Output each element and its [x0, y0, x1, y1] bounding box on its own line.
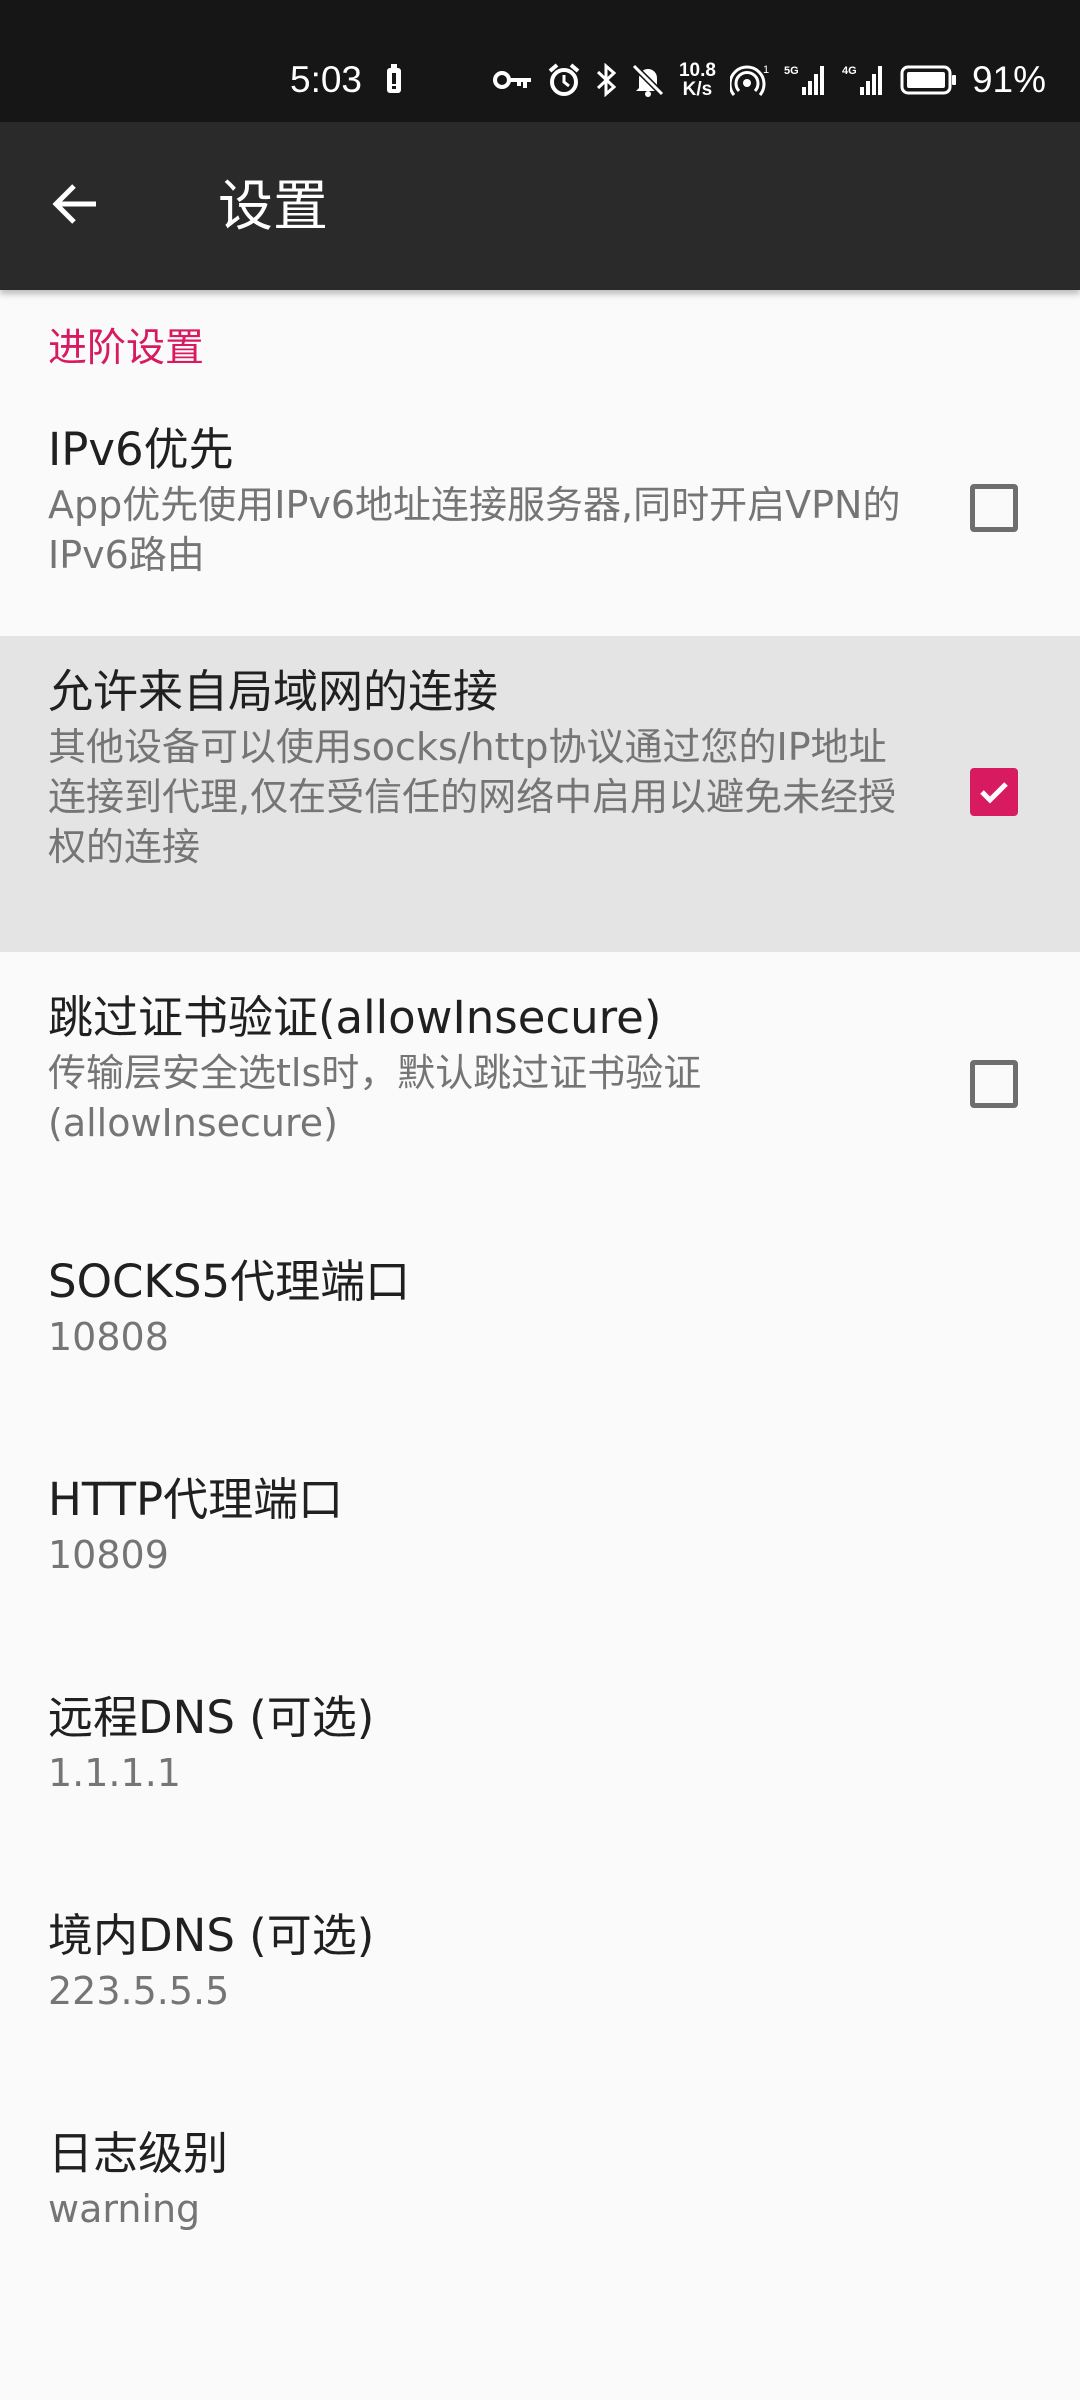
svg-text:5G: 5G: [784, 65, 799, 77]
pref-summary: 传输层安全选tls时，默认跳过证书验证(allowInsecure): [48, 1051, 702, 1145]
pref-value: 10809: [48, 1533, 169, 1577]
pref-http-port[interactable]: HTTP代理端口 10809: [0, 1420, 1080, 1638]
battery-icon: [900, 65, 958, 95]
hotspot-icon: 1: [729, 63, 770, 97]
bluetooth-icon: [595, 63, 617, 97]
allow-lan-checkbox[interactable]: [970, 768, 1018, 816]
pref-title: 远程DNS (可选): [48, 1691, 375, 1744]
battery-percent: 91%: [971, 59, 1046, 100]
pref-title: HTTP代理端口: [48, 1473, 344, 1526]
pref-title: IPv6优先: [48, 423, 234, 476]
pref-allow-lan[interactable]: 允许来自局域网的连接 其他设备可以使用socks/http协议通过您的IP地址连…: [0, 636, 1080, 952]
signal-5g-icon: 5G: [784, 63, 828, 97]
section-header-advanced: 进阶设置: [48, 326, 205, 371]
vpn-key-icon: [492, 68, 533, 92]
network-speed-unit: K/s: [682, 79, 713, 100]
app-bar: 设置: [0, 122, 1080, 290]
pref-socks-port[interactable]: SOCKS5代理端口 10808: [0, 1202, 1080, 1420]
pref-value: 1.1.1.1: [48, 1751, 181, 1795]
pref-title: 境内DNS (可选): [48, 1909, 375, 1962]
back-button[interactable]: [34, 166, 114, 246]
alarm-icon: [547, 63, 581, 97]
pref-title: 日志级别: [48, 2127, 229, 2180]
svg-text:1: 1: [763, 64, 769, 76]
allow-insecure-checkbox[interactable]: [970, 1060, 1018, 1108]
pref-value: 10808: [48, 1315, 169, 1359]
pref-log-level[interactable]: 日志级别 warning: [0, 2074, 1080, 2292]
status-icons: 10.8 K/s 1 5G 4G 91%: [492, 52, 1046, 108]
network-speed: 10.8 K/s: [679, 61, 716, 99]
battery-saver-icon: [386, 64, 402, 98]
status-bar: 5:03 10.8 K/s 1 5G 4G 91%: [0, 0, 1080, 122]
network-speed-value: 10.8: [678, 60, 716, 81]
pref-value: warning: [48, 2187, 201, 2231]
settings-list: 进阶设置 IPv6优先 App优先使用IPv6地址连接服务器,同时开启VPN的I…: [0, 290, 1080, 2292]
pref-title: 允许来自局域网的连接: [48, 665, 499, 718]
pref-summary: App优先使用IPv6地址连接服务器,同时开启VPN的IPv6路由: [48, 483, 901, 577]
pref-summary: 其他设备可以使用socks/http协议通过您的IP地址连接到代理,仅在受信任的…: [48, 725, 897, 869]
muted-bell-icon: [631, 63, 665, 97]
status-time: 5:03: [290, 59, 363, 100]
pref-allow-insecure[interactable]: 跳过证书验证(allowInsecure) 传输层安全选tls时，默认跳过证书验…: [0, 952, 1080, 1202]
checkmark-icon: [980, 782, 1008, 804]
ipv6-checkbox[interactable]: [970, 484, 1018, 532]
svg-text:4G: 4G: [842, 65, 857, 77]
arrow-back-icon: [48, 178, 100, 234]
signal-4g-icon: 4G: [842, 63, 886, 97]
pref-title: SOCKS5代理端口: [48, 1255, 411, 1308]
pref-remote-dns[interactable]: 远程DNS (可选) 1.1.1.1: [0, 1638, 1080, 1856]
pref-title: 跳过证书验证(allowInsecure): [48, 991, 662, 1044]
page-title: 设置: [218, 174, 329, 238]
pref-domestic-dns[interactable]: 境内DNS (可选) 223.5.5.5: [0, 1856, 1080, 2074]
pref-value: 223.5.5.5: [48, 1969, 230, 2013]
